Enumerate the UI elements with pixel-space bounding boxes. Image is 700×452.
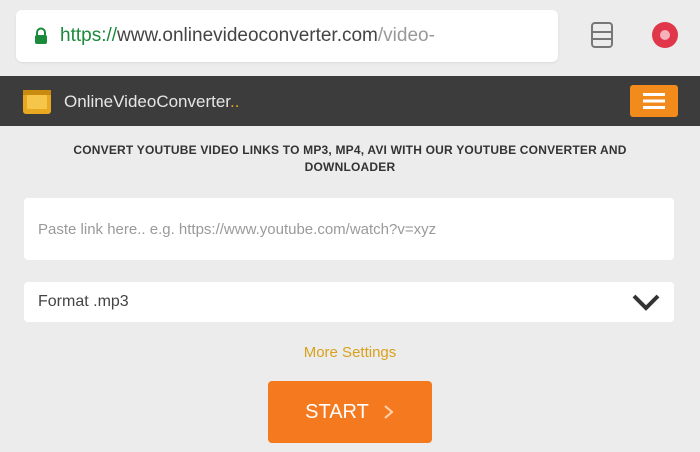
url-scheme: https://: [60, 25, 118, 46]
logo-suffix: ..: [230, 92, 240, 111]
browser-chrome: https://www.onlinevideoconverter.com/vid…: [0, 0, 700, 76]
url-path: /video-: [377, 25, 435, 46]
site-header: OnlineVideoConverter..: [0, 76, 700, 126]
address-url[interactable]: https://www.onlinevideoconverter.com/vid…: [60, 25, 540, 47]
url-host: www.onlinevideoconverter.com: [117, 25, 378, 46]
chevron-down-icon: [632, 294, 660, 311]
page-tagline: CONVERT YOUTUBE VIDEO LINKS TO MP3, MP4,…: [73, 143, 627, 174]
menu-icon: [652, 22, 678, 48]
video-url-input[interactable]: [24, 198, 674, 260]
site-logo[interactable]: OnlineVideoConverter..: [64, 92, 239, 112]
logo-name: OnlineVideoConverter: [64, 92, 231, 111]
site-menu-button[interactable]: [630, 85, 678, 117]
tabs-button[interactable]: [586, 19, 618, 51]
start-button-label: START: [305, 400, 369, 423]
start-button[interactable]: START: [268, 381, 432, 443]
address-bar[interactable]: https://www.onlinevideoconverter.com/vid…: [16, 10, 558, 62]
lock-icon: [32, 27, 50, 45]
format-select[interactable]: Format .mp3: [24, 282, 674, 322]
more-settings-link[interactable]: More Settings: [0, 344, 700, 361]
tabs-icon: [591, 22, 613, 48]
hamburger-icon: [643, 93, 665, 109]
format-selected-value: Format .mp3: [38, 293, 129, 310]
browser-menu-button[interactable]: [648, 18, 682, 52]
arrow-right-icon: [384, 405, 394, 419]
film-clapper-icon[interactable]: [22, 86, 52, 116]
